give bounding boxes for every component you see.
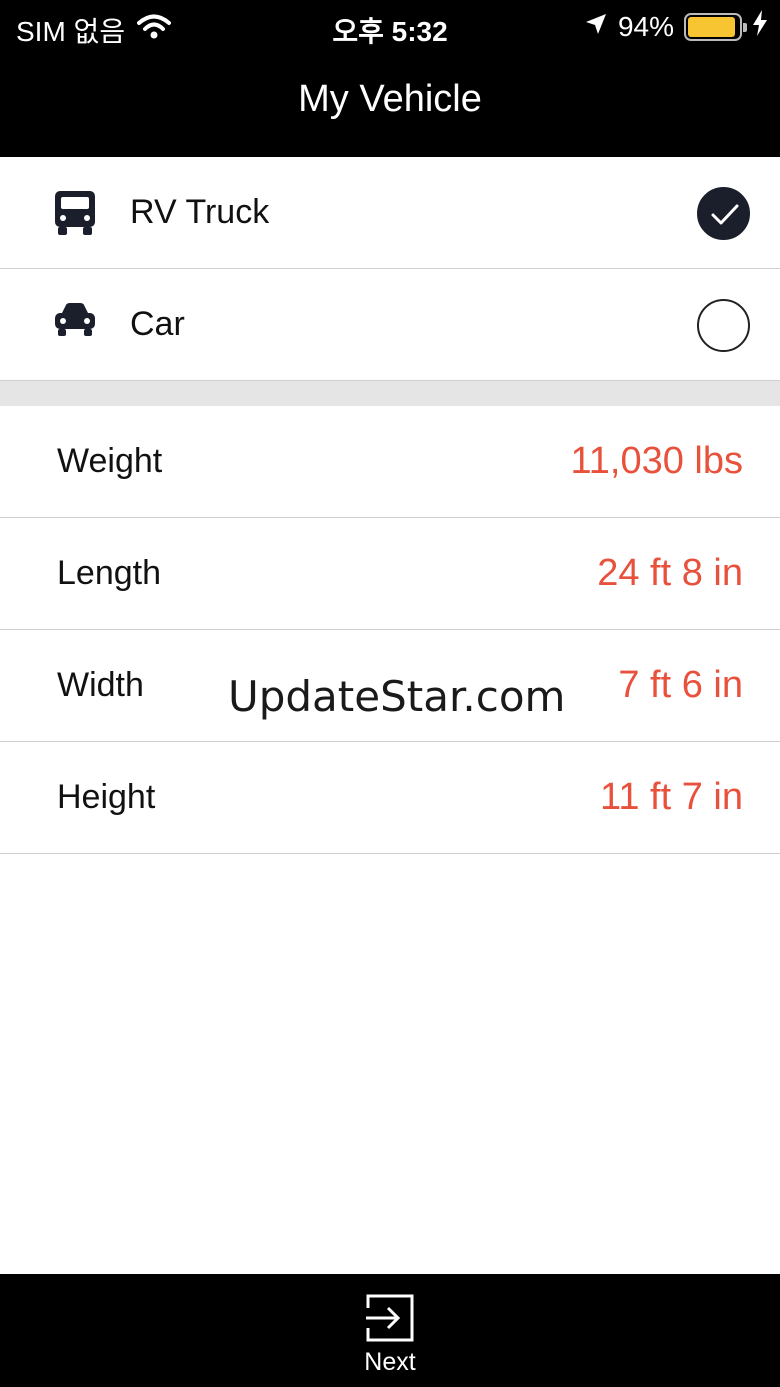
dimension-label: Width (57, 666, 144, 704)
vehicle-option-label: Car (130, 305, 185, 343)
dimension-label: Height (57, 778, 156, 816)
section-divider (0, 381, 780, 406)
watermark-text: UpdateStar.com (228, 672, 566, 721)
battery-percent: 94% (617, 10, 674, 42)
next-arrow-icon (340, 1292, 440, 1344)
radio-unselected[interactable] (697, 299, 750, 352)
dimension-row-length[interactable]: Length 24 ft 8 in (0, 518, 780, 630)
dimension-row-weight[interactable]: Weight 11,030 lbs (0, 406, 780, 518)
car-icon (52, 301, 98, 349)
status-bar: SIM 없음 오후 5:32 94% (0, 0, 780, 54)
bottom-bar: Next (0, 1274, 780, 1387)
next-label: Next (364, 1348, 416, 1376)
truck-icon (52, 189, 98, 237)
page-title: My Vehicle (298, 78, 482, 120)
dimension-label: Length (57, 554, 161, 592)
dimension-value: 24 ft 8 in (597, 552, 743, 594)
next-button[interactable]: Next (340, 1292, 440, 1382)
dimension-value: 11,030 lbs (570, 440, 743, 482)
radio-selected-check[interactable] (697, 187, 750, 240)
dimension-label: Weight (57, 442, 163, 480)
status-right: 94% (584, 10, 768, 43)
top-bar: SIM 없음 오후 5:32 94% My Vehicle (0, 0, 780, 157)
vehicle-option-label: RV Truck (130, 193, 270, 231)
vehicle-option-car[interactable]: Car (0, 269, 780, 381)
charging-bolt-icon (752, 10, 768, 43)
dimension-value: 11 ft 7 in (600, 776, 743, 818)
vehicle-option-rv-truck[interactable]: RV Truck (0, 157, 780, 269)
battery-icon (684, 12, 747, 41)
dimension-value: 7 ft 6 in (618, 664, 743, 706)
location-arrow-icon (584, 11, 608, 43)
dimension-row-height[interactable]: Height 11 ft 7 in (0, 742, 780, 854)
